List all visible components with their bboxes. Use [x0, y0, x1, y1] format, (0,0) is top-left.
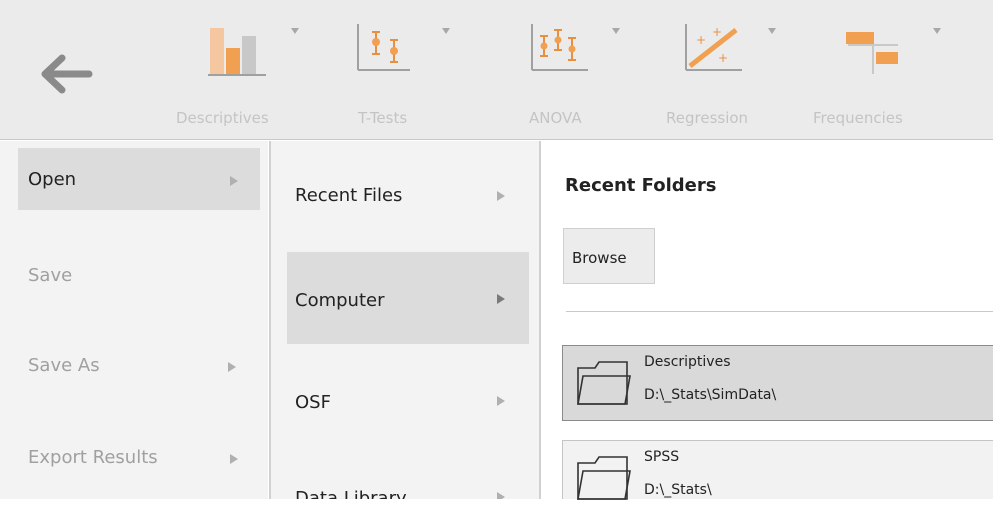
tool-t-tests[interactable]: T-Tests [344, 18, 454, 136]
chevron-right-icon [230, 454, 238, 464]
recent-folder-entry[interactable]: Descriptives D:\_Stats\SimData\ [562, 345, 993, 421]
tool-label-anova: ANOVA [529, 109, 582, 127]
tool-regression[interactable]: + + + Regression [666, 18, 776, 136]
tool-label-descriptives: Descriptives [176, 109, 269, 127]
back-arrow-icon [41, 54, 93, 94]
menu-item-save-as-label: Save As [28, 355, 100, 376]
svg-text:+: + [718, 51, 728, 65]
submenu-item-computer-label: Computer [295, 290, 385, 311]
menu-item-export-results[interactable]: Export Results [18, 422, 260, 484]
recent-folders-title: Recent Folders [565, 175, 717, 196]
browse-button[interactable]: Browse [563, 228, 655, 284]
submenu-item-recent-files-label: Recent Files [295, 185, 403, 206]
folder-icon [577, 456, 631, 500]
folder-name: Descriptives [644, 354, 731, 370]
folder-path: D:\_Stats\SimData\ [644, 387, 777, 403]
regression-icon: + + + [685, 24, 742, 71]
menu-item-open-label: Open [28, 169, 77, 190]
chevron-right-icon [230, 176, 238, 186]
svg-text:+: + [696, 33, 706, 47]
chevron-right-icon [497, 294, 505, 304]
chevron-right-icon [497, 191, 505, 201]
tool-label-t-tests: T-Tests [358, 109, 408, 127]
tool-descriptives[interactable]: Descriptives [174, 18, 299, 136]
back-button[interactable] [35, 49, 97, 99]
svg-text:+: + [712, 25, 722, 39]
frequencies-icon [846, 32, 898, 74]
tool-label-frequencies: Frequencies [813, 109, 903, 127]
menu-item-save[interactable]: Save [18, 240, 260, 302]
submenu-item-data-library-label: Data Library [295, 488, 407, 499]
folder-icon [577, 361, 631, 405]
descriptives-bar-icon [208, 28, 266, 76]
submenu-item-recent-files[interactable]: Recent Files [287, 160, 529, 232]
tool-label-regression: Regression [666, 109, 749, 127]
tool-anova[interactable]: ANOVA [520, 18, 630, 136]
menu-item-export-results-label: Export Results [28, 447, 158, 468]
submenu-item-osf-label: OSF [295, 392, 331, 413]
ribbon-toolbar: Descriptives T-Tests ANOVA + + + Regress… [0, 0, 993, 140]
chevron-right-icon [497, 492, 505, 499]
chevron-right-icon [497, 396, 505, 406]
anova-icon [531, 24, 588, 71]
submenu-item-computer[interactable]: Computer [287, 252, 529, 344]
menu-item-open[interactable]: Open [18, 148, 260, 210]
submenu-item-osf[interactable]: OSF [287, 370, 529, 442]
divider-line [566, 311, 993, 312]
t-tests-icon [357, 24, 410, 71]
tool-frequencies[interactable]: Frequencies [812, 18, 952, 136]
menu-item-save-as[interactable]: Save As [18, 330, 260, 392]
submenu-item-data-library[interactable]: Data Library [287, 462, 529, 499]
folder-path: D:\_Stats\ [644, 482, 712, 498]
chevron-right-icon [228, 362, 236, 372]
recent-folder-entry[interactable]: SPSS D:\_Stats\ [562, 440, 993, 500]
folder-name: SPSS [644, 449, 680, 465]
menu-item-save-label: Save [28, 265, 73, 286]
